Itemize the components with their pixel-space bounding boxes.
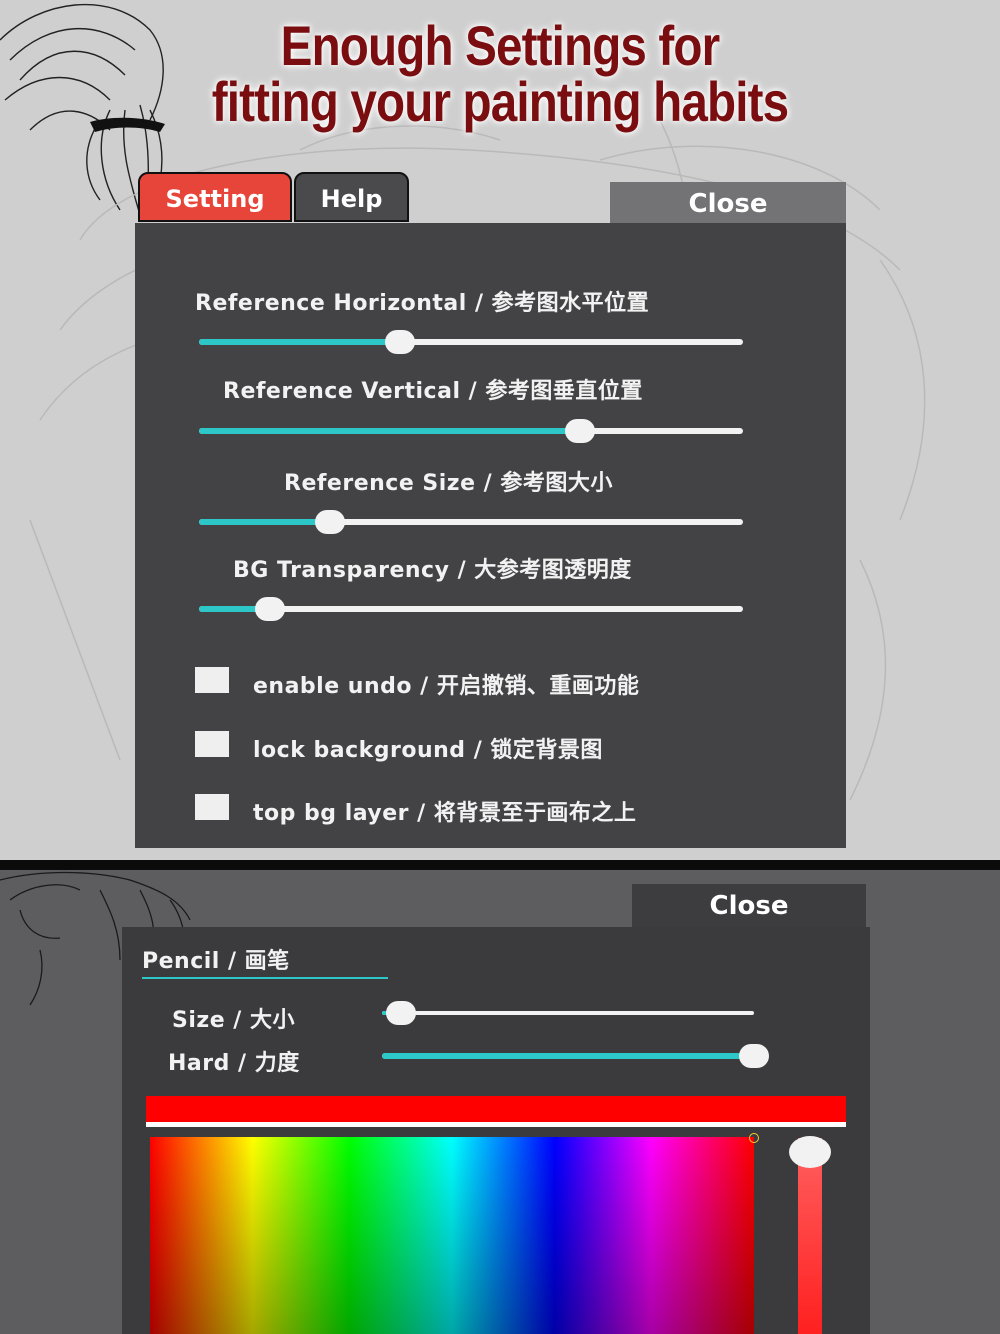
slider-fill — [199, 339, 401, 345]
slider-handle[interactable] — [254, 597, 285, 621]
brush-close-button[interactable]: Close — [632, 884, 866, 928]
brush-size-slider[interactable] — [382, 1001, 754, 1025]
size-label: Size / 大小 — [172, 1008, 295, 1033]
headline-line-2: fitting your painting habits — [211, 70, 789, 133]
tab-setting[interactable]: Setting — [138, 172, 292, 222]
headline-line-1: Enough Settings for — [280, 14, 721, 77]
bg-transparency-slider[interactable] — [199, 597, 743, 621]
enable-undo-checkbox[interactable] — [195, 667, 229, 693]
tool-underline — [142, 977, 388, 979]
settings-close-button[interactable]: Close — [610, 182, 846, 224]
reference-horizontal-slider[interactable] — [199, 330, 743, 354]
tool-name-label: Pencil / 画笔 — [142, 949, 290, 974]
bg-transparency-label: BG Transparency / 大参考图透明度 — [233, 558, 632, 583]
reference-size-label: Reference Size / 参考图大小 — [284, 471, 613, 496]
reference-vertical-slider[interactable] — [199, 419, 743, 443]
slider-handle[interactable] — [385, 330, 416, 354]
top-bg-layer-label: top bg layer / 将背景至于画布之上 — [253, 801, 637, 826]
hard-label: Hard / 力度 — [168, 1051, 300, 1076]
slider-handle[interactable] — [739, 1044, 769, 1068]
enable-undo-label: enable undo / 开启撤销、重画功能 — [253, 674, 640, 699]
color-picker-cursor[interactable] — [749, 1133, 759, 1143]
current-color-swatch — [146, 1096, 846, 1127]
promo-headline: Enough Settings for fitting your paintin… — [75, 18, 925, 130]
slider-fill — [199, 428, 580, 434]
brightness-handle[interactable] — [789, 1136, 831, 1168]
top-bg-layer-checkbox[interactable] — [195, 794, 229, 820]
lock-background-checkbox[interactable] — [195, 731, 229, 757]
brush-hardness-slider[interactable] — [382, 1044, 769, 1068]
settings-panel: Reference Horizontal / 参考图水平位置 Reference… — [135, 223, 846, 848]
reference-horizontal-label: Reference Horizontal / 参考图水平位置 — [195, 291, 650, 316]
reference-vertical-label: Reference Vertical / 参考图垂直位置 — [223, 379, 643, 404]
reference-size-slider[interactable] — [199, 510, 743, 534]
slider-handle[interactable] — [564, 419, 595, 443]
tab-help[interactable]: Help — [294, 172, 409, 222]
color-spectrum-picker[interactable] — [150, 1137, 754, 1334]
section-divider — [0, 860, 1000, 870]
lock-background-label: lock background / 锁定背景图 — [253, 738, 603, 763]
slider-handle[interactable] — [385, 1001, 416, 1025]
slider-fill — [199, 519, 330, 525]
slider-fill — [382, 1053, 754, 1059]
slider-handle[interactable] — [314, 510, 345, 534]
